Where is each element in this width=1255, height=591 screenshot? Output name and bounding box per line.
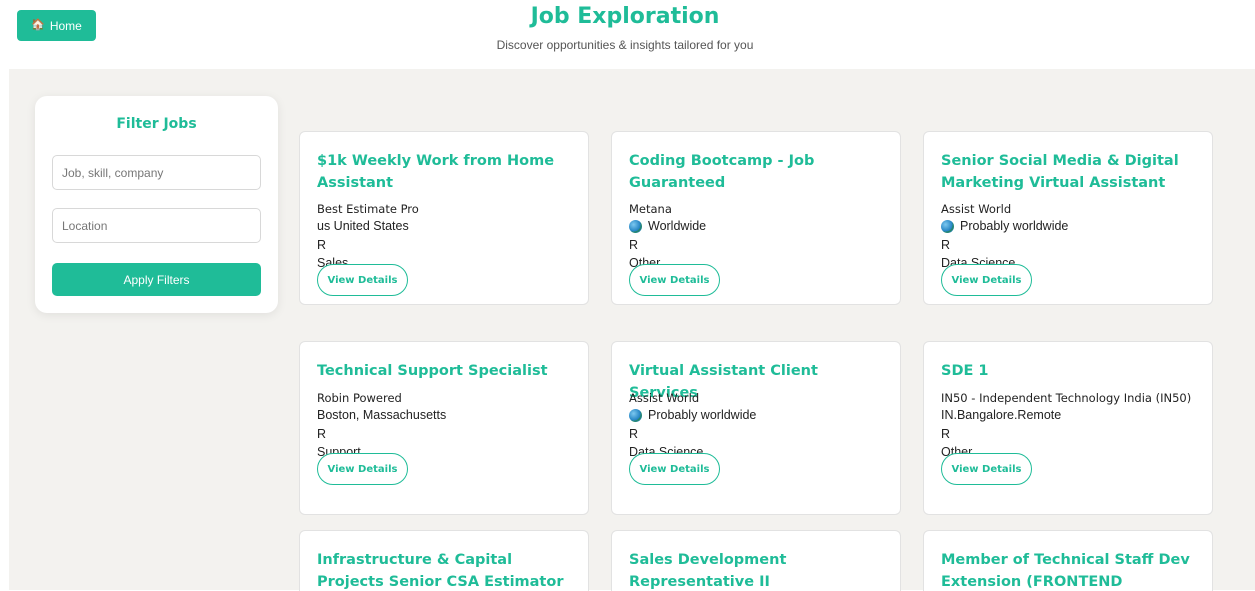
job-company: Assist World (941, 202, 1012, 216)
job-company: Assist World (629, 391, 700, 405)
job-card[interactable]: Infrastructure & Capital Projects Senior… (299, 530, 589, 591)
view-details-button[interactable]: View Details (317, 264, 408, 296)
job-location: us United States (317, 219, 409, 233)
job-location-text: Probably worldwide (648, 408, 757, 422)
job-location: Probably worldwide (941, 219, 1068, 233)
home-button-label: Home (49, 18, 82, 33)
globe-icon (629, 408, 642, 422)
home-button[interactable]: 🏠 Home (17, 10, 96, 41)
job-type: R (317, 427, 327, 441)
location-input[interactable] (52, 208, 261, 243)
job-location: Worldwide (629, 219, 706, 233)
job-card[interactable]: $1k Weekly Work from Home Assistant Best… (299, 131, 589, 305)
job-card[interactable]: Coding Bootcamp - Job Guaranteed Metana … (611, 131, 901, 305)
job-card[interactable]: Member of Technical Staff Dev Extension … (923, 530, 1213, 591)
apply-filters-button[interactable]: Apply Filters (52, 263, 261, 296)
globe-icon (941, 219, 954, 233)
job-type: R (941, 427, 951, 441)
job-title[interactable]: Senior Social Media & Digital Marketing … (941, 150, 1203, 194)
job-title[interactable]: $1k Weekly Work from Home Assistant (317, 150, 579, 194)
job-title[interactable]: Infrastructure & Capital Projects Senior… (317, 549, 579, 591)
job-card[interactable]: Technical Support Specialist Robin Power… (299, 341, 589, 515)
job-title[interactable]: Coding Bootcamp - Job Guaranteed (629, 150, 891, 194)
job-card[interactable]: SDE 1 IN50 - Independent Technology Indi… (923, 341, 1213, 515)
view-details-button[interactable]: View Details (317, 453, 408, 485)
view-details-button[interactable]: View Details (941, 264, 1032, 296)
job-title[interactable]: SDE 1 (941, 360, 1203, 382)
job-title[interactable]: Sales Development Representative II (629, 549, 891, 591)
view-details-button[interactable]: View Details (629, 264, 720, 296)
job-type: R (317, 238, 327, 252)
job-type: R (629, 427, 639, 441)
globe-icon (629, 219, 642, 233)
view-details-button[interactable]: View Details (941, 453, 1032, 485)
house-icon: 🏠 (31, 19, 45, 31)
job-title[interactable]: Member of Technical Staff Dev Extension … (941, 549, 1203, 591)
filter-title: Filter Jobs (116, 116, 197, 132)
page-title: Job Exploration (530, 4, 720, 29)
job-location-text: IN.Bangalore.Remote (941, 408, 1062, 422)
keyword-search-input[interactable] (52, 155, 261, 190)
view-details-button[interactable]: View Details (629, 453, 720, 485)
job-location-text: Boston, Massachusetts (317, 408, 447, 422)
job-location-text: Probably worldwide (960, 219, 1069, 233)
main-content: Filter Jobs Apply Filters $1k Weekly Wor… (9, 69, 1255, 591)
top-header: 🏠 Home Job Exploration Discover opportun… (0, 0, 1255, 68)
job-location-text: Worldwide (648, 219, 707, 233)
job-location-text: us United States (317, 219, 409, 233)
job-type: R (941, 238, 951, 252)
job-card[interactable]: Senior Social Media & Digital Marketing … (923, 131, 1213, 305)
job-card[interactable]: Virtual Assistant Client Services Assist… (611, 341, 901, 515)
job-location: Boston, Massachusetts (317, 408, 446, 422)
job-location: Probably worldwide (629, 408, 756, 422)
job-location: IN.Bangalore.Remote (941, 408, 1061, 422)
page-subtitle: Discover opportunities & insights tailor… (496, 38, 754, 52)
job-company: Metana (629, 202, 672, 216)
job-type: R (629, 238, 639, 252)
job-title[interactable]: Technical Support Specialist (317, 360, 579, 382)
job-card[interactable]: Sales Development Representative II (611, 530, 901, 591)
job-company: Robin Powered (317, 391, 402, 405)
job-company: Best Estimate Pro (317, 202, 419, 216)
job-company: IN50 - Independent Technology India (IN5… (941, 391, 1192, 405)
filter-panel: Filter Jobs Apply Filters (35, 96, 278, 313)
